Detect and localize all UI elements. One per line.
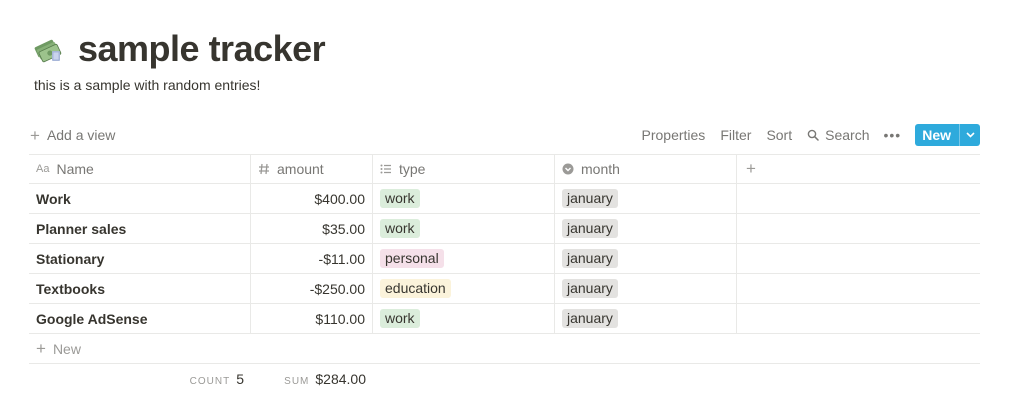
type-tag: work bbox=[380, 219, 420, 238]
type-cell[interactable]: education bbox=[373, 274, 555, 303]
database-table: Aa Name amount type month + Work $400.00 w… bbox=[29, 154, 980, 394]
plus-icon: + bbox=[746, 159, 756, 178]
column-header-amount[interactable]: amount bbox=[251, 155, 373, 183]
name-cell[interactable]: Google AdSense bbox=[29, 304, 251, 333]
column-header-type[interactable]: type bbox=[373, 155, 555, 183]
table-row[interactable]: Work $400.00 work january bbox=[29, 184, 980, 214]
sum-calculation[interactable]: SUM $284.00 bbox=[251, 371, 373, 387]
row-name: Google AdSense bbox=[36, 310, 148, 327]
multi-select-property-icon bbox=[380, 163, 392, 175]
amount-cell[interactable]: $110.00 bbox=[251, 304, 373, 333]
properties-button[interactable]: Properties bbox=[642, 127, 706, 143]
count-value: 5 bbox=[236, 371, 244, 387]
select-property-icon bbox=[562, 163, 574, 175]
column-header-label: amount bbox=[277, 161, 324, 177]
table-row[interactable]: Google AdSense $110.00 work january bbox=[29, 304, 980, 334]
type-cell[interactable]: personal bbox=[373, 244, 555, 273]
number-property-icon bbox=[258, 163, 270, 175]
column-header-label: Name bbox=[56, 161, 94, 177]
money-stack-icon[interactable] bbox=[32, 33, 64, 65]
name-cell[interactable]: Stationary bbox=[29, 244, 251, 273]
empty-cell[interactable] bbox=[737, 274, 980, 303]
empty-cell[interactable] bbox=[737, 244, 980, 273]
count-label: COUNT bbox=[189, 376, 231, 387]
table-row[interactable]: Stationary -$11.00 personal january bbox=[29, 244, 980, 274]
type-tag: work bbox=[380, 309, 420, 328]
empty-cell[interactable] bbox=[737, 304, 980, 333]
type-cell[interactable]: work bbox=[373, 184, 555, 213]
table-header-row: Aa Name amount type month + bbox=[29, 154, 980, 184]
month-cell[interactable]: january bbox=[555, 304, 737, 333]
calculation-row: COUNT 5 SUM $284.00 bbox=[29, 364, 980, 394]
row-name: Stationary bbox=[36, 250, 105, 267]
add-property-button[interactable]: + bbox=[737, 155, 980, 183]
more-horizontal-icon[interactable]: ••• bbox=[883, 127, 901, 143]
row-name: Work bbox=[36, 190, 71, 207]
row-amount: $35.00 bbox=[322, 220, 365, 237]
text-property-icon: Aa bbox=[36, 163, 50, 175]
type-cell[interactable]: work bbox=[373, 214, 555, 243]
empty-cell[interactable] bbox=[737, 184, 980, 213]
month-tag: january bbox=[562, 309, 618, 328]
type-tag: work bbox=[380, 189, 420, 208]
empty-cell[interactable] bbox=[737, 214, 980, 243]
search-icon bbox=[807, 129, 819, 141]
row-amount: -$250.00 bbox=[309, 280, 365, 297]
count-calculation[interactable]: COUNT 5 bbox=[29, 371, 251, 387]
type-tag: education bbox=[380, 279, 451, 298]
month-tag: january bbox=[562, 279, 618, 298]
amount-cell[interactable]: -$11.00 bbox=[251, 244, 373, 273]
page-description[interactable]: this is a sample with random entries! bbox=[34, 77, 260, 93]
column-header-label: type bbox=[399, 161, 426, 177]
new-button[interactable]: New bbox=[915, 124, 980, 146]
database-toolbar: + Add a view Properties Filter Sort Sear… bbox=[30, 123, 980, 147]
table-row[interactable]: Planner sales $35.00 work january bbox=[29, 214, 980, 244]
page-title[interactable]: sample tracker bbox=[78, 28, 326, 70]
add-view-label: Add a view bbox=[46, 127, 116, 143]
column-header-month[interactable]: month bbox=[555, 155, 737, 183]
new-button-label[interactable]: New bbox=[915, 124, 959, 146]
column-header-label: month bbox=[581, 161, 620, 177]
page-header: sample tracker bbox=[32, 28, 326, 70]
row-amount: $400.00 bbox=[314, 190, 365, 207]
month-cell[interactable]: january bbox=[555, 274, 737, 303]
plus-icon: + bbox=[30, 125, 40, 145]
sum-value: $284.00 bbox=[315, 371, 366, 387]
row-amount: -$11.00 bbox=[318, 250, 365, 267]
search-button[interactable]: Search bbox=[807, 127, 869, 143]
sum-label: SUM bbox=[284, 376, 310, 387]
add-view-button[interactable]: + Add a view bbox=[30, 127, 115, 144]
month-cell[interactable]: january bbox=[555, 184, 737, 213]
month-cell[interactable]: january bbox=[555, 244, 737, 273]
name-cell[interactable]: Textbooks bbox=[29, 274, 251, 303]
type-cell[interactable]: work bbox=[373, 304, 555, 333]
row-name: Planner sales bbox=[36, 220, 127, 237]
filter-button[interactable]: Filter bbox=[720, 127, 751, 143]
table-row[interactable]: Textbooks -$250.00 education january bbox=[29, 274, 980, 304]
name-cell[interactable]: Work bbox=[29, 184, 251, 213]
search-label: Search bbox=[825, 127, 870, 143]
name-cell[interactable]: Planner sales bbox=[29, 214, 251, 243]
chevron-down-icon[interactable] bbox=[959, 124, 980, 146]
amount-cell[interactable]: -$250.00 bbox=[251, 274, 373, 303]
add-row-button[interactable]: + New bbox=[29, 334, 980, 364]
amount-cell[interactable]: $35.00 bbox=[251, 214, 373, 243]
month-tag: january bbox=[562, 219, 618, 238]
toolbar-actions: Properties Filter Sort Search ••• New bbox=[642, 124, 980, 146]
new-row-label: New bbox=[52, 340, 81, 357]
row-amount: $110.00 bbox=[315, 310, 365, 327]
row-name: Textbooks bbox=[36, 280, 105, 297]
column-header-name[interactable]: Aa Name bbox=[29, 155, 251, 183]
month-tag: january bbox=[562, 189, 618, 208]
amount-cell[interactable]: $400.00 bbox=[251, 184, 373, 213]
month-tag: january bbox=[562, 249, 618, 268]
month-cell[interactable]: january bbox=[555, 214, 737, 243]
type-tag: personal bbox=[380, 249, 444, 268]
plus-icon: + bbox=[36, 339, 46, 358]
table-body: Work $400.00 work january Planner sales $35.0… bbox=[29, 184, 980, 334]
sort-button[interactable]: Sort bbox=[766, 127, 792, 143]
